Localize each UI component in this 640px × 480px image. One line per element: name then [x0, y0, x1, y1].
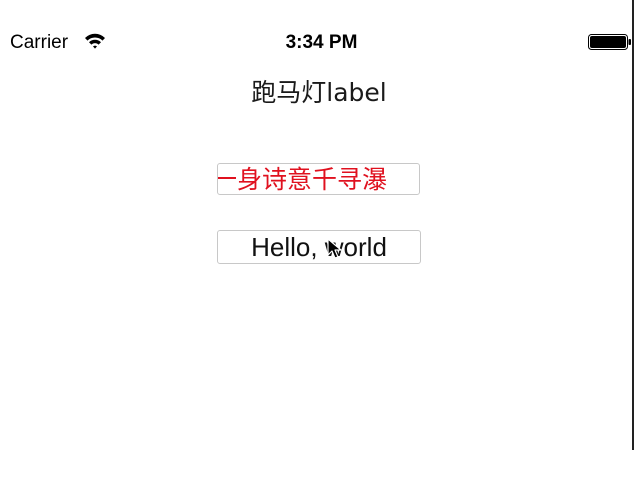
marquee-label-text: 一身诗意千寻瀑: [217, 165, 388, 194]
window-edge: [632, 0, 634, 450]
nav-title: 跑马灯label: [251, 78, 387, 107]
app-screen: Carrier 3:34 PM 跑马灯label 一身诗意千寻瀑 Hello, …: [0, 0, 632, 450]
battery-full-icon: [588, 34, 632, 50]
status-time: 3:34 PM: [285, 32, 358, 53]
marquee-label: 一身诗意千寻瀑: [217, 163, 420, 195]
mouse-pointer-icon: [327, 238, 343, 260]
hello-label: Hello, world: [217, 230, 421, 264]
status-bar: Carrier 3:34 PM: [0, 28, 632, 58]
